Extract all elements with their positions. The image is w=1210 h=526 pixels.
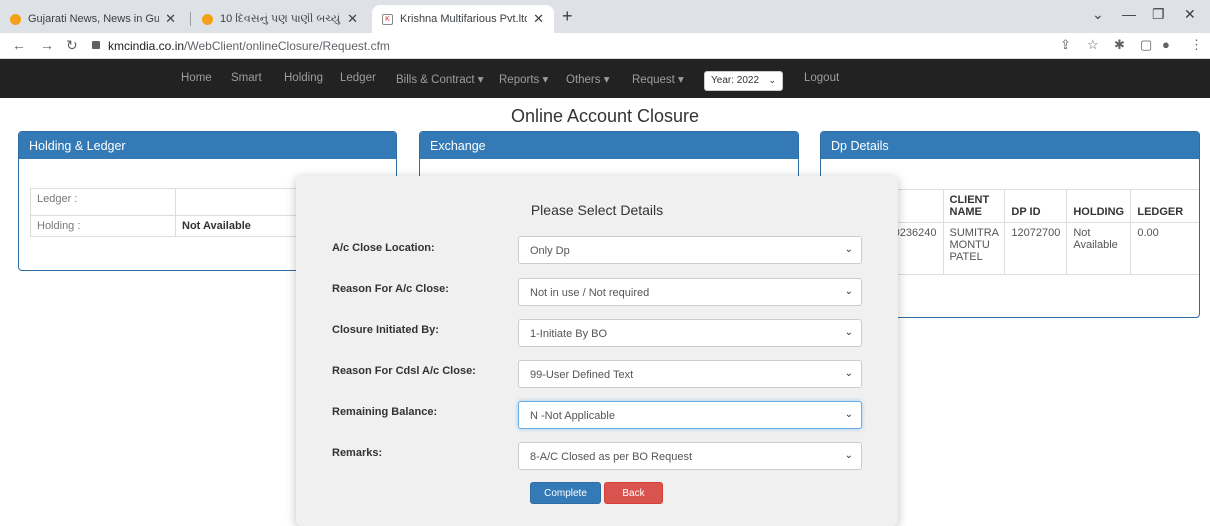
column-header-ledger: LEDGER bbox=[1130, 189, 1199, 223]
close-reason-label: Reason For A/c Close: bbox=[332, 283, 449, 295]
chevron-down-icon: ⌄ bbox=[844, 368, 853, 379]
browser-toolbar: ← → ↻ kmcindia.co.in/WebClient/onlineClo… bbox=[0, 33, 1210, 59]
select-value: 8-A/C Closed as per BO Request bbox=[530, 451, 693, 463]
cell-client-name: SUMITRA MONTU PATEL bbox=[942, 222, 1006, 275]
nav-logout[interactable]: Logout bbox=[804, 72, 839, 84]
remarks-select[interactable]: 8-A/C Closed as per BO Request ⌄ bbox=[518, 442, 862, 470]
close-tab-icon[interactable]: ✕ bbox=[347, 11, 358, 27]
nav-ledger[interactable]: Ledger bbox=[340, 72, 376, 84]
tab-title: 10 દિવસનું પણ પાણી બચ્યું નથી, વો bbox=[220, 12, 341, 25]
tab-separator bbox=[190, 12, 191, 26]
back-arrow-icon[interactable]: ← bbox=[12, 37, 26, 53]
column-header-dp-id: DP ID bbox=[1004, 189, 1068, 223]
forward-arrow-icon[interactable]: → bbox=[40, 37, 54, 53]
nav-home[interactable]: Home bbox=[181, 72, 212, 84]
nav-bills-contract[interactable]: Bills & Contract ▾ bbox=[396, 72, 484, 86]
select-value: N -Not Applicable bbox=[530, 410, 615, 422]
site-favicon-icon bbox=[10, 13, 21, 25]
restore-icon[interactable]: ❐ bbox=[1152, 6, 1165, 23]
browser-tab-water-news[interactable]: 10 દિવસનું પણ પાણી બચ્યું નથી, વો ✕ bbox=[192, 5, 368, 33]
browser-tab-krishna[interactable]: K Krishna Multifarious Pvt.ltd Clien ✕ bbox=[372, 5, 554, 33]
cdsl-close-reason-select[interactable]: 99-User Defined Text ⌄ bbox=[518, 360, 862, 388]
close-reason-select[interactable]: Not in use / Not required ⌄ bbox=[518, 278, 862, 306]
new-tab-button[interactable]: + bbox=[562, 6, 573, 27]
closure-initiated-label: Closure Initiated By: bbox=[332, 324, 439, 336]
menu-kebab-icon[interactable]: ⋮ bbox=[1190, 37, 1203, 53]
cell-holding: Not Available bbox=[1066, 222, 1132, 275]
remaining-balance-select[interactable]: N -Not Applicable ⌄ bbox=[518, 401, 862, 429]
page-title: Online Account Closure bbox=[510, 106, 700, 126]
cell-dp-id: 12072700 bbox=[1004, 222, 1068, 275]
chevron-down-icon: ⌄ bbox=[844, 244, 853, 255]
select-value: 1-Initiate By BO bbox=[530, 328, 608, 340]
profile-avatar-icon[interactable]: ● bbox=[1162, 37, 1170, 52]
cdsl-close-reason-label: Reason For Cdsl A/c Close: bbox=[332, 365, 476, 377]
complete-button[interactable]: Complete bbox=[530, 482, 601, 504]
site-favicon-icon bbox=[202, 13, 213, 25]
address-bar[interactable]: kmcindia.co.in/WebClient/onlineClosure/R… bbox=[108, 39, 390, 53]
nav-reports[interactable]: Reports ▾ bbox=[499, 72, 548, 86]
extensions-icon[interactable]: ✱ bbox=[1114, 37, 1125, 53]
close-location-select[interactable]: Only Dp ⌄ bbox=[518, 236, 862, 264]
remaining-balance-label: Remaining Balance: bbox=[332, 406, 438, 418]
nav-holding[interactable]: Holding bbox=[284, 72, 323, 84]
tab-title: Krishna Multifarious Pvt.ltd Clien bbox=[400, 13, 527, 25]
close-tab-icon[interactable]: ✕ bbox=[533, 11, 544, 27]
panel-heading: Holding & Ledger bbox=[19, 132, 396, 159]
row-label: Ledger : bbox=[30, 188, 176, 216]
select-value: 99-User Defined Text bbox=[530, 369, 634, 381]
reload-icon[interactable]: ↻ bbox=[66, 37, 78, 54]
tab-search-icon[interactable]: ⌄ bbox=[1092, 6, 1104, 23]
close-window-icon[interactable]: ✕ bbox=[1184, 6, 1196, 23]
nav-others[interactable]: Others ▾ bbox=[566, 72, 609, 86]
column-header-client-name: CLIENT NAME bbox=[942, 189, 1006, 223]
bookmark-star-icon[interactable]: ☆ bbox=[1087, 37, 1099, 53]
chevron-down-icon: ⌄ bbox=[844, 409, 853, 420]
chevron-down-icon: ⌄ bbox=[768, 75, 776, 85]
panel-heading: Dp Details bbox=[821, 132, 1199, 159]
share-icon[interactable]: ⇪ bbox=[1060, 37, 1071, 53]
panel-heading: Exchange bbox=[420, 132, 798, 159]
browser-tab-strip: Gujarati News, News in Gujarati - ✕ 10 દ… bbox=[0, 0, 1210, 33]
chevron-down-icon: ⌄ bbox=[844, 327, 853, 338]
lock-icon[interactable] bbox=[92, 41, 100, 49]
year-select-value: Year: 2022 bbox=[711, 75, 760, 86]
back-button[interactable]: Back bbox=[604, 482, 663, 504]
url-path: /WebClient/onlineClosure/Request.cfm bbox=[184, 39, 390, 53]
url-host: kmcindia.co.in bbox=[108, 39, 185, 53]
site-favicon-icon: K bbox=[382, 13, 393, 25]
nav-request[interactable]: Request ▾ bbox=[632, 72, 684, 86]
closure-initiated-select[interactable]: 1-Initiate By BO ⌄ bbox=[518, 319, 862, 347]
tab-title: Gujarati News, News in Gujarati - bbox=[28, 13, 160, 25]
cell-ledger: 0.00 bbox=[1130, 222, 1199, 275]
year-select[interactable]: Year: 2022 ⌄ bbox=[704, 71, 783, 91]
modal-title: Please Select Details bbox=[530, 202, 664, 218]
minimize-icon[interactable]: — bbox=[1122, 6, 1136, 22]
chevron-down-icon: ⌄ bbox=[844, 286, 853, 297]
nav-smart[interactable]: Smart bbox=[231, 72, 262, 84]
select-details-modal: Please Select Details A/c Close Location… bbox=[296, 176, 898, 526]
chevron-down-icon: ⌄ bbox=[844, 450, 853, 461]
column-header-holding: HOLDING bbox=[1066, 189, 1132, 223]
select-value: Not in use / Not required bbox=[530, 287, 650, 299]
browser-tab-gujarati-news[interactable]: Gujarati News, News in Gujarati - ✕ bbox=[0, 5, 186, 33]
side-panel-icon[interactable]: ▢ bbox=[1140, 37, 1152, 53]
select-value: Only Dp bbox=[530, 245, 570, 257]
close-tab-icon[interactable]: ✕ bbox=[165, 11, 176, 27]
remarks-label: Remarks: bbox=[332, 447, 383, 459]
close-location-label: A/c Close Location: bbox=[332, 242, 435, 254]
row-label: Holding : bbox=[30, 215, 176, 237]
